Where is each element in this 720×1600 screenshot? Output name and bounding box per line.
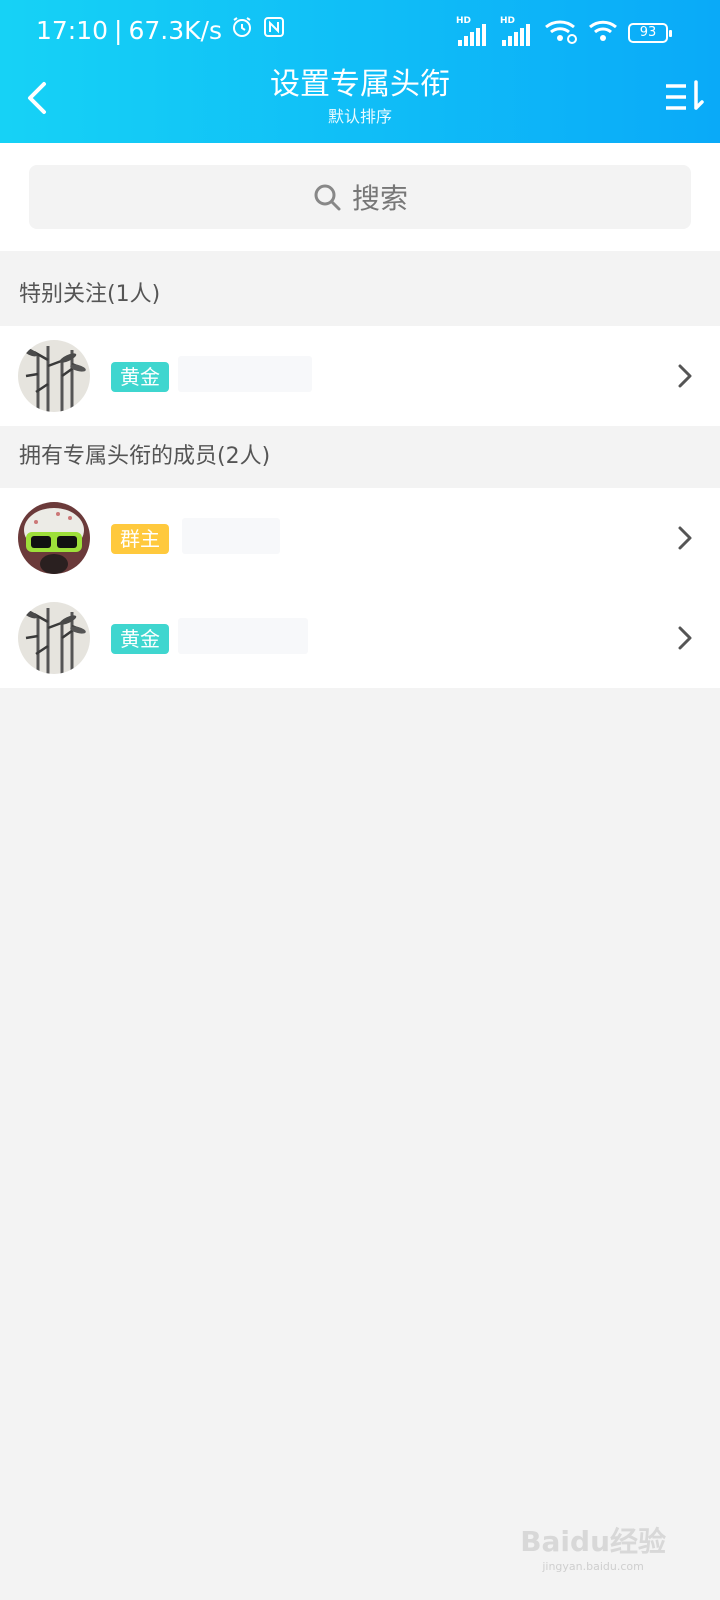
sort-list-icon	[666, 80, 704, 110]
search-input[interactable]: 搜索	[29, 165, 691, 229]
signal-icon-1: HD	[456, 16, 490, 46]
baidu-watermark: Baidu经验 jingyan.baidu.com	[520, 1520, 666, 1573]
battery-icon: 93	[628, 23, 672, 43]
status-separator: |	[114, 16, 123, 45]
status-left: 17:10 | 67.3K/s	[36, 14, 286, 48]
wifi-link-icon	[544, 18, 578, 48]
status-bar: 17:10 | 67.3K/s HD HD 93	[0, 0, 720, 62]
member-name-redacted	[178, 618, 308, 654]
search-icon	[314, 184, 341, 211]
chevron-right-icon	[678, 626, 692, 650]
title-badge: 群主	[111, 524, 169, 554]
watermark-url: jingyan.baidu.com	[542, 1560, 644, 1573]
wifi-icon	[588, 18, 618, 48]
title-badge: 黄金	[111, 362, 169, 392]
title-badge: 黄金	[111, 624, 169, 654]
status-time: 17:10	[36, 16, 109, 45]
sort-mode-subtitle[interactable]: 默认排序	[0, 106, 720, 128]
chevron-right-icon	[678, 526, 692, 550]
search-placeholder: 搜索	[351, 182, 408, 215]
section-header-title-members: 拥有专属头衔的成员(2人)	[0, 426, 720, 488]
signal-icon-2: HD	[500, 16, 534, 46]
nfc-icon	[262, 14, 286, 48]
app-header: 17:10 | 67.3K/s HD HD 93 设置专属头衔 默认排序	[0, 0, 720, 143]
status-network-speed: 67.3K/s	[128, 16, 222, 45]
chevron-right-icon	[678, 364, 692, 388]
alarm-icon	[230, 14, 254, 48]
status-right: HD HD 93	[456, 16, 672, 48]
search-area: 搜索	[0, 143, 720, 251]
page-title: 设置专属头衔	[270, 67, 450, 102]
watermark-logo-text: Baidu经验	[520, 1525, 666, 1558]
avatar	[18, 602, 90, 674]
sort-button[interactable]	[662, 78, 708, 118]
section-header-special-follow: 特别关注(1人)	[0, 251, 720, 326]
member-name-redacted	[182, 518, 280, 554]
member-row[interactable]: 群主	[0, 488, 720, 588]
member-name-redacted	[178, 356, 312, 392]
avatar	[18, 340, 90, 412]
avatar	[18, 502, 90, 574]
member-row[interactable]: 黄金	[0, 326, 720, 426]
member-row[interactable]: 黄金	[0, 588, 720, 688]
